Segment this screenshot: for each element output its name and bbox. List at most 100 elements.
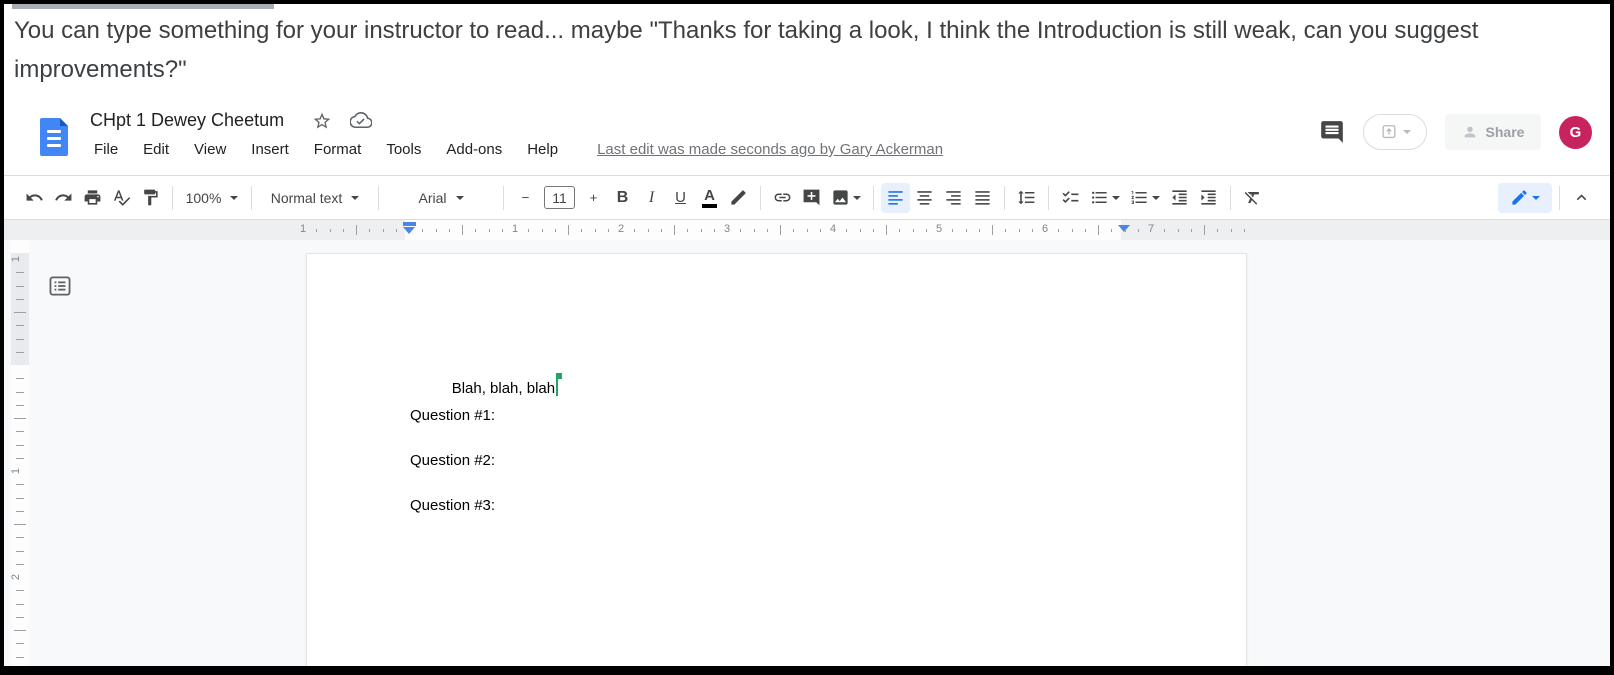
ruler-label: 5 xyxy=(932,223,946,235)
justify-icon xyxy=(973,188,992,207)
align-left-button[interactable] xyxy=(881,183,910,213)
decrease-indent-button[interactable] xyxy=(1165,183,1194,213)
add-comment-button[interactable] xyxy=(797,183,826,213)
paragraph: Question #1: xyxy=(410,407,495,424)
person-icon xyxy=(1462,124,1478,140)
highlight-color-button[interactable] xyxy=(724,183,753,213)
menu-tools[interactable]: Tools xyxy=(384,140,423,159)
ruler-label: 3 xyxy=(720,223,734,235)
share-button[interactable]: Share xyxy=(1445,114,1541,150)
print-button[interactable] xyxy=(78,183,107,213)
menubar: File Edit View Insert Format Tools Add-o… xyxy=(92,140,943,159)
justify-button[interactable] xyxy=(968,183,997,213)
numbered-list-icon xyxy=(1130,188,1149,207)
chevron-down-icon xyxy=(1112,196,1120,200)
menu-edit[interactable]: Edit xyxy=(141,140,171,159)
comment-history-icon[interactable] xyxy=(1319,119,1345,145)
print-icon xyxy=(83,188,102,207)
underline-button[interactable]: U xyxy=(666,183,695,213)
star-icon[interactable] xyxy=(312,111,332,131)
chevron-down-icon xyxy=(1403,130,1411,134)
document-canvas: 1 1 2 Blah, blah, blah Question #1: Questi… xyxy=(4,240,1610,666)
indent-icon xyxy=(1199,188,1218,207)
increase-indent-button[interactable] xyxy=(1194,183,1223,213)
horizontal-ruler: 11234567 xyxy=(4,220,1610,240)
collapse-toolbar-button[interactable] xyxy=(1567,183,1596,213)
menu-addons[interactable]: Add-ons xyxy=(444,140,504,159)
spellcheck-icon xyxy=(112,188,131,207)
font-size-input[interactable]: 11 xyxy=(544,186,575,209)
insert-image-button[interactable] xyxy=(826,183,866,213)
chevron-up-icon xyxy=(1572,188,1591,207)
google-docs-icon[interactable] xyxy=(40,118,68,156)
undo-icon xyxy=(25,188,44,207)
ruler-label: 1 xyxy=(296,223,310,235)
insert-link-button[interactable] xyxy=(768,183,797,213)
avatar[interactable]: G xyxy=(1559,116,1592,149)
ruler-label: 7 xyxy=(1144,223,1158,235)
vertical-ruler: 1 1 2 xyxy=(11,240,29,666)
ruler-label: 1 xyxy=(10,256,22,262)
line-spacing-button[interactable] xyxy=(1012,183,1041,213)
menu-format[interactable]: Format xyxy=(312,140,364,159)
redo-button[interactable] xyxy=(49,183,78,213)
decrease-font-size-button[interactable]: − xyxy=(511,183,540,213)
ruler-label: 2 xyxy=(10,574,22,580)
collaborator-cursor xyxy=(556,379,558,396)
edit-pencil-icon xyxy=(1510,188,1529,207)
upload-box-icon xyxy=(1379,122,1399,142)
text-color-button[interactable]: A xyxy=(695,183,724,213)
chevron-down-icon xyxy=(230,196,238,200)
first-line-indent-marker[interactable] xyxy=(403,222,416,226)
undo-button[interactable] xyxy=(20,183,49,213)
chevron-down-icon xyxy=(351,196,359,200)
paragraph: Question #2: xyxy=(410,452,495,469)
chevron-down-icon xyxy=(1152,196,1160,200)
checklist-button[interactable] xyxy=(1056,183,1085,213)
align-right-icon xyxy=(944,188,963,207)
document-outline-icon xyxy=(49,276,71,296)
clear-formatting-button[interactable] xyxy=(1238,183,1267,213)
chevron-down-icon xyxy=(1532,196,1540,200)
font-select[interactable]: Arial xyxy=(386,183,496,213)
bold-button[interactable]: B xyxy=(608,183,637,213)
bulleted-list-icon xyxy=(1090,188,1109,207)
upload-mode-button[interactable] xyxy=(1363,114,1427,150)
zoom-select[interactable]: 100% xyxy=(180,183,244,213)
paint-format-button[interactable] xyxy=(136,183,165,213)
last-edit-link[interactable]: Last edit was made seconds ago by Gary A… xyxy=(597,141,943,158)
align-center-button[interactable] xyxy=(910,183,939,213)
checklist-icon xyxy=(1061,188,1080,207)
spellcheck-button[interactable] xyxy=(107,183,136,213)
increase-font-size-button[interactable]: + xyxy=(579,183,608,213)
italic-button[interactable]: I xyxy=(637,183,666,213)
add-comment-icon xyxy=(802,188,821,207)
ruler-label: 1 xyxy=(10,468,22,474)
clear-formatting-icon xyxy=(1243,188,1262,207)
browser-tab-sliver xyxy=(12,4,274,9)
paint-format-icon xyxy=(141,188,160,207)
line-spacing-icon xyxy=(1017,188,1036,207)
menu-file[interactable]: File xyxy=(92,140,120,159)
document-title[interactable]: CHpt 1 Dewey Cheetum xyxy=(90,110,284,131)
document-page[interactable]: Blah, blah, blah Question #1: Question #… xyxy=(306,253,1247,666)
chevron-down-icon xyxy=(456,196,464,200)
ruler-label: 6 xyxy=(1038,223,1052,235)
menu-insert[interactable]: Insert xyxy=(249,140,291,159)
left-indent-marker[interactable] xyxy=(403,227,415,234)
numbered-list-button[interactable] xyxy=(1125,183,1165,213)
link-icon xyxy=(773,188,792,207)
show-outline-button[interactable] xyxy=(48,276,72,298)
bulleted-list-button[interactable] xyxy=(1085,183,1125,213)
paragraph-style-select[interactable]: Normal text xyxy=(259,183,371,213)
align-center-icon xyxy=(915,188,934,207)
cloud-saved-icon[interactable] xyxy=(350,111,372,130)
align-right-button[interactable] xyxy=(939,183,968,213)
menu-view[interactable]: View xyxy=(192,140,228,159)
chevron-down-icon xyxy=(853,196,861,200)
editing-mode-button[interactable] xyxy=(1498,183,1552,213)
google-docs-window: You can type something for your instruct… xyxy=(4,4,1610,666)
ruler-label: 1 xyxy=(508,223,522,235)
highlighter-icon xyxy=(729,188,748,207)
menu-help[interactable]: Help xyxy=(525,140,560,159)
